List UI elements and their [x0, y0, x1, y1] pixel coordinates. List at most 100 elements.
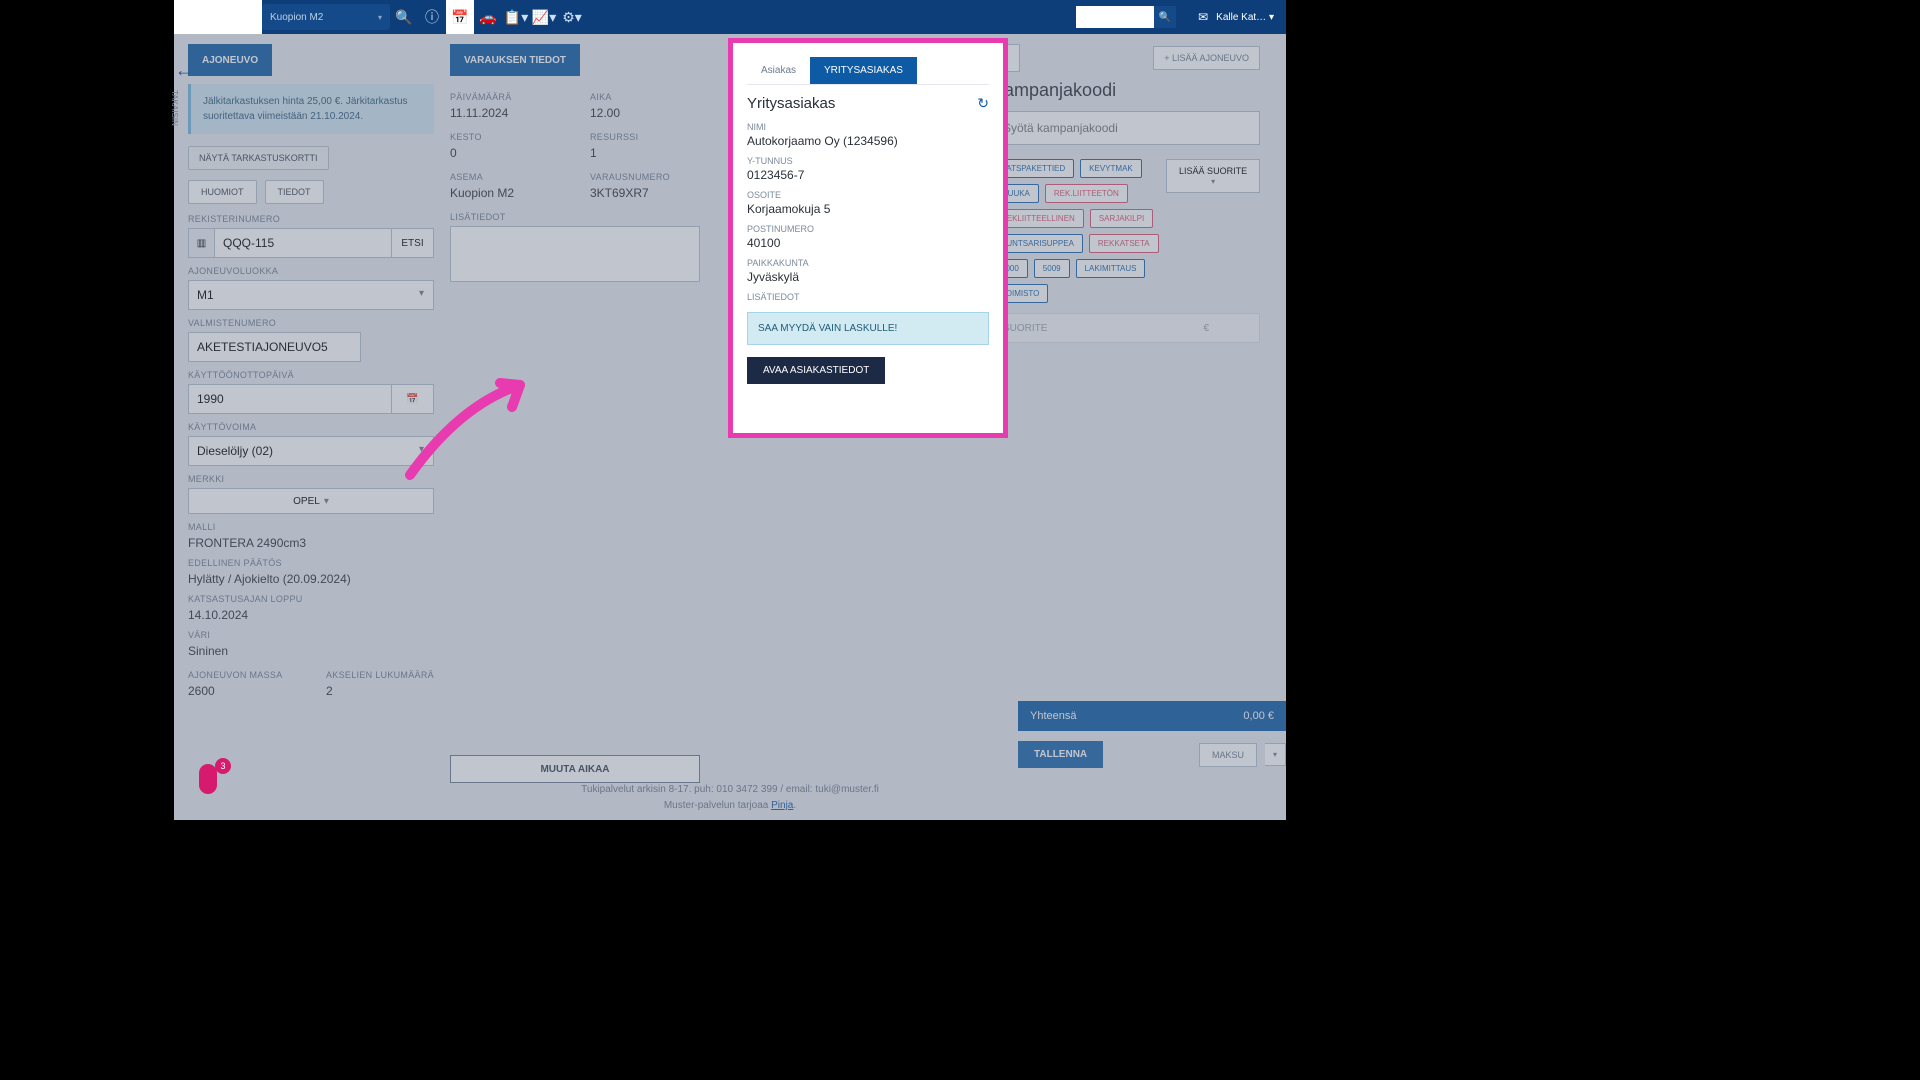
change-time-button[interactable]: MUUTA AIKAA [450, 755, 700, 783]
chip[interactable]: SARJAKILPI [1090, 209, 1153, 228]
brand-button[interactable]: OPEL [188, 488, 434, 514]
reg-input[interactable] [214, 228, 392, 258]
mail-icon[interactable]: ✉ [1198, 10, 1208, 24]
bookno-value: 3KT69XR7 [590, 186, 700, 200]
etsi-button[interactable]: ETSI [392, 228, 434, 258]
booking-panel: VARAUKSEN TIEDOT PÄIVÄMÄÄRÄ 11.11.2024 AI… [450, 44, 700, 783]
katsend-label: KATSASTUSAJAN LOPPU [188, 594, 434, 604]
barcode-icon[interactable]: ▥ [188, 228, 214, 258]
c-city-label: PAIKKAKUNTA [747, 258, 989, 268]
power-select[interactable]: Dieselöljy (02) [188, 436, 434, 466]
notification-count: 3 [215, 758, 231, 774]
date-label: PÄIVÄMÄÄRÄ [450, 92, 560, 102]
footer-line2: Muster-palvelun tarjoaa [664, 800, 771, 811]
c-post-label: POSTINUMERO [747, 224, 989, 234]
chip[interactable]: REKKATSETA [1089, 234, 1159, 253]
campaign-input[interactable] [992, 111, 1260, 145]
clipboard-icon[interactable]: 📋▾ [502, 0, 530, 34]
car-icon[interactable]: 🚗 [474, 0, 502, 34]
vin-input[interactable] [188, 332, 361, 362]
deploy-input[interactable] [188, 384, 392, 414]
info-notice: Jälkitarkastuksen hinta 25,00 €. Järkita… [188, 84, 434, 134]
deploy-label: KÄYTTÖÖNOTTOPÄIVÄ [188, 370, 434, 380]
suorite-label: SUORITE [1003, 323, 1047, 334]
vehicle-panel: AJONEUVO Jälkitarkastuksen hinta 25,00 €… [188, 44, 434, 783]
power-label: KÄYTTÖVOIMA [188, 422, 434, 432]
c-address-label: OSOITE [747, 190, 989, 200]
location-dropdown[interactable]: Kuopion M2 [262, 4, 390, 30]
vehicle-tab-header[interactable]: AJONEUVO [188, 44, 272, 76]
calendar-icon[interactable]: 📅 [446, 0, 474, 34]
total-label: Yhteensä [1030, 710, 1076, 722]
campaign-panel: ‹ + LISÄÄ AJONEUVO Kampanjakoodi KATSPAK… [992, 44, 1260, 783]
add-suorite-button[interactable]: LISÄÄ SUORITE [1166, 159, 1260, 193]
chip[interactable]: 5009 [1034, 259, 1070, 278]
refresh-icon[interactable]: ↻ [977, 95, 989, 112]
dur-label: KESTO [450, 132, 560, 142]
add-vehicle-button[interactable]: + LISÄÄ AJONEUVO [1153, 46, 1260, 70]
class-label: AJONEUVOLUOKKA [188, 266, 434, 276]
user-menu[interactable]: Kalle Kat… ▾ [1216, 12, 1274, 23]
suorite-row: SUORITE € [992, 313, 1260, 343]
payment-caret[interactable]: ▾ [1265, 743, 1286, 766]
res-value: 1 [590, 146, 700, 160]
mass-label: AJONEUVON MASSA [188, 670, 296, 680]
prev-label: EDELLINEN PÄÄTÖS [188, 558, 434, 568]
footer-line1: Tukipalvelut arkisin 8-17. puh: 010 3472… [174, 782, 1286, 798]
c-name-label: NIMI [747, 122, 989, 132]
time-label: AIKA [590, 92, 700, 102]
chip[interactable]: REK.LIITTEETÖN [1045, 184, 1128, 203]
campaign-heading: Kampanjakoodi [992, 80, 1260, 101]
chip[interactable]: KEVYTMAK [1080, 159, 1142, 178]
c-name-value: Autokorjaamo Oy (1234596) [747, 134, 989, 148]
additional-label: LISÄTIEDOT [450, 212, 700, 222]
open-customer-button[interactable]: AVAA ASIAKASTIEDOT [747, 357, 885, 384]
class-select[interactable]: M1 [188, 280, 434, 310]
footer: Tukipalvelut arkisin 8-17. puh: 010 3472… [174, 782, 1286, 814]
topbar-search-button[interactable]: 🔍 [1154, 6, 1176, 28]
euro-label: € [1203, 323, 1209, 334]
total-amount: 0,00 € [1243, 710, 1274, 722]
totals-area: Yhteensä 0,00 € TALLENNA MAKSU ▾ [1018, 701, 1286, 768]
huomiot-button[interactable]: HUOMIOT [188, 180, 257, 204]
tab-yritysasiakas[interactable]: YRITYSASIAKAS [810, 57, 917, 84]
station-label: ASEMA [450, 172, 560, 182]
booking-tab-header[interactable]: VARAUKSEN TIEDOT [450, 44, 580, 76]
notification-indicator[interactable]: 3 [199, 764, 229, 798]
topbar: Kuopion M2 🔍 ⓘ 📅 🚗 📋▾ 📈▾ ⚙▾ 🔍 ✉ Kalle Ka… [174, 0, 1286, 34]
c-ytunnus-value: 0123456-7 [747, 168, 989, 182]
logo [174, 0, 262, 34]
additional-textarea[interactable] [450, 226, 700, 282]
chip-container: KATSPAKETTIED KEVYTMAK MUUKA REK.LIITTEE… [992, 159, 1166, 303]
dur-value: 0 [450, 146, 560, 160]
c-address-value: Korjaamokuja 5 [747, 202, 989, 216]
chart-icon[interactable]: 📈▾ [530, 0, 558, 34]
payment-button[interactable]: MAKSU [1199, 743, 1257, 767]
vin-label: VALMISTENUMERO [188, 318, 434, 328]
tab-asiakas[interactable]: Asiakas [747, 57, 810, 84]
footer-link[interactable]: Pinja [771, 800, 793, 811]
back-arrow[interactable]: ← [172, 58, 196, 82]
mass-value: 2600 [188, 684, 296, 698]
color-value: Sininen [188, 644, 434, 658]
save-button[interactable]: TALLENNA [1018, 741, 1103, 768]
c-city-value: Jyväskylä [747, 270, 989, 284]
gear-icon[interactable]: ⚙▾ [558, 0, 586, 34]
back-label[interactable]: TAKAISIN [170, 90, 179, 126]
tiedot-button[interactable]: TIEDOT [265, 180, 324, 204]
total-bar: Yhteensä 0,00 € [1018, 701, 1286, 731]
date-value: 11.11.2024 [450, 106, 560, 120]
bookno-label: VARAUSNUMERO [590, 172, 700, 182]
axle-label: AKSELIEN LUKUMÄÄRÄ [326, 670, 434, 680]
calendar-button[interactable]: 📅 [392, 384, 434, 414]
search-icon[interactable]: 🔍 [390, 0, 418, 34]
prev-value: Hylätty / Ajokielto (20.09.2024) [188, 572, 434, 586]
customer-heading: Yritysasiakas [747, 95, 835, 112]
info-icon[interactable]: ⓘ [418, 0, 446, 34]
c-notice: SAA MYYDÄ VAIN LASKULLE! [747, 312, 989, 345]
topbar-search-input[interactable] [1076, 6, 1154, 28]
reg-label: REKISTERINUMERO [188, 214, 434, 224]
show-card-button[interactable]: NÄYTÄ TARKASTUSKORTTI [188, 146, 329, 170]
customer-panel-highlight: Asiakas YRITYSASIAKAS Yritysasiakas ↻ NI… [728, 38, 1008, 438]
chip[interactable]: LAKIMITTAUS [1076, 259, 1146, 278]
